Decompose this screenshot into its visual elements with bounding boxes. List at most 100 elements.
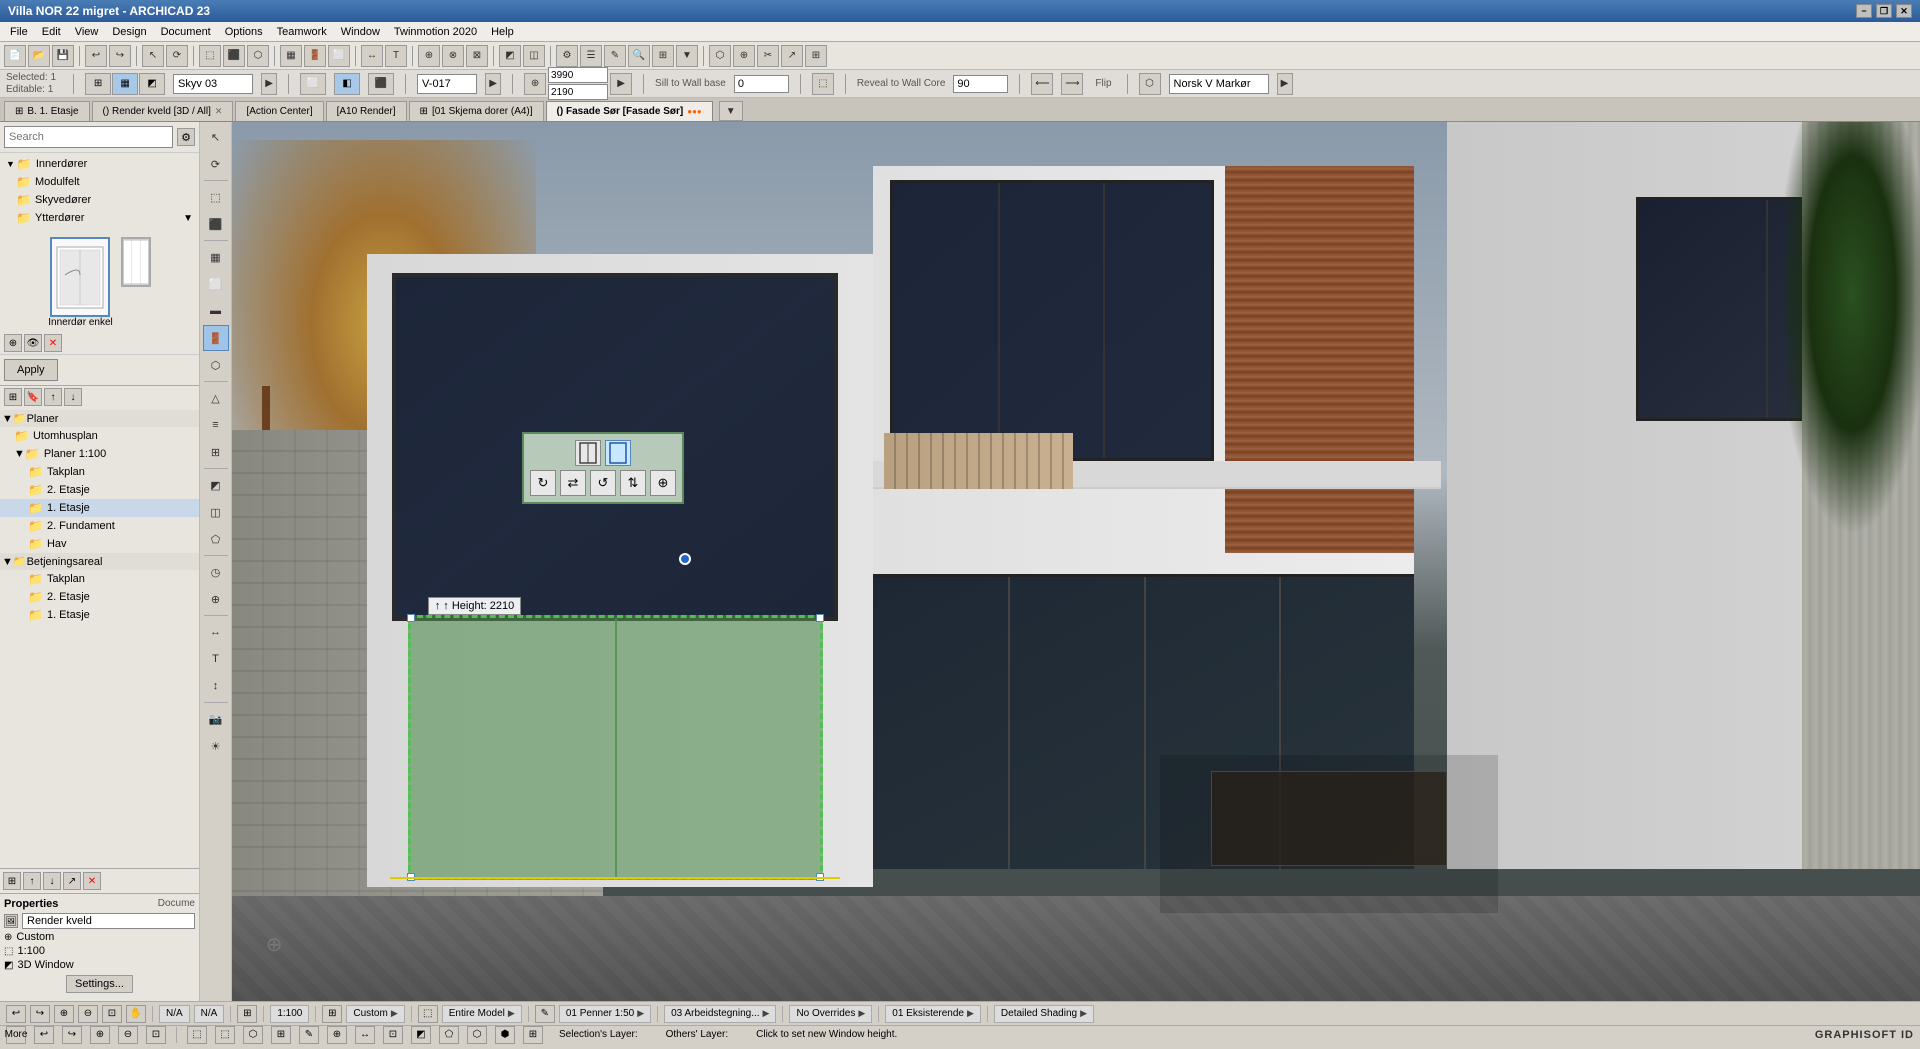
expand-ytterdorer[interactable]: ▼ (183, 213, 193, 224)
status-arbeid[interactable]: 03 Arbeidstegning... ▶ (664, 1005, 776, 1023)
tb-redo[interactable]: ↪ (109, 45, 131, 67)
tb-open[interactable]: 📂 (28, 45, 50, 67)
tb-door[interactable]: 🚪 (304, 45, 326, 67)
bs-btn8[interactable]: ⊡ (383, 1026, 403, 1044)
status-custom[interactable]: Custom ▶ (346, 1005, 404, 1023)
minimize-button[interactable]: − (1856, 4, 1872, 18)
status-redo[interactable]: ↪ (30, 1005, 50, 1023)
layer-item-hav[interactable]: 📁 Hav (0, 535, 199, 553)
tool-camera[interactable]: 📷 (203, 706, 229, 732)
flip-left[interactable]: ⟵ (1031, 73, 1053, 95)
popup-mirror[interactable]: ⊕ (650, 470, 676, 496)
popup-rotate-cw[interactable]: ↻ (530, 470, 556, 496)
reveal-value-field[interactable] (953, 75, 1008, 93)
search-settings-button[interactable]: ⚙ (177, 128, 195, 146)
status-fit[interactable]: ⊡ (102, 1005, 122, 1023)
door-top-handle[interactable] (679, 553, 691, 565)
tb-ext2[interactable]: ⊕ (733, 45, 755, 67)
custom-arrow[interactable]: ▶ (391, 1008, 398, 1019)
status-misc1[interactable]: ⊞ (237, 1005, 257, 1023)
door-thumb-single[interactable] (50, 237, 110, 317)
layer-nav4[interactable]: ↓ (64, 388, 82, 406)
arbeid-arrow[interactable]: ▶ (763, 1008, 770, 1019)
viewport[interactable]: ↑ ↑ Height: 2210 (232, 122, 1920, 1001)
tool-roof[interactable]: △ (203, 385, 229, 411)
layer-item-2etasje[interactable]: 📁 2. Etasje (0, 481, 199, 499)
overrides-arrow[interactable]: ▶ (858, 1008, 865, 1019)
tree-item-ytterdorer[interactable]: 📁 Ytterdører ▼ (2, 209, 197, 227)
restore-button[interactable]: ❐ (1876, 4, 1892, 18)
flip-right[interactable]: ⟶ (1061, 73, 1083, 95)
tool-slab[interactable]: ▬ (203, 298, 229, 324)
bs-btn12[interactable]: ⬢ (495, 1026, 515, 1044)
tb-misc4[interactable]: 🔍 (628, 45, 650, 67)
dt-btn1[interactable]: ⊕ (4, 334, 22, 352)
coord-x-field[interactable] (548, 67, 608, 83)
tb-misc1[interactable]: ⚙ (556, 45, 578, 67)
tool-dim-linear[interactable]: ↔ (203, 619, 229, 645)
bs-nav1[interactable]: ↩ (34, 1026, 54, 1044)
tab-overflow[interactable]: ▼ (719, 101, 743, 121)
more-button[interactable]: More (6, 1026, 26, 1044)
bs-btn13[interactable]: ⊞ (523, 1026, 543, 1044)
tool-rotate[interactable]: ⟳ (203, 151, 229, 177)
menu-twinmotion[interactable]: Twinmotion 2020 (388, 24, 483, 40)
popup-btn-double[interactable] (605, 440, 631, 466)
tb-ext5[interactable]: ⊞ (805, 45, 827, 67)
search-input[interactable] (4, 126, 173, 148)
layer-item-utomhus[interactable]: 📁 Utomhusplan (0, 427, 199, 445)
bs-btn10[interactable]: ⬠ (439, 1026, 459, 1044)
shading-arrow[interactable]: ▶ (1080, 1008, 1087, 1019)
vc-elev[interactable]: ⬛ (368, 73, 394, 95)
tool-level[interactable]: ↕ (203, 673, 229, 699)
tool-column[interactable]: ⬜ (203, 271, 229, 297)
bs-btn5[interactable]: ✎ (299, 1026, 319, 1044)
layer-group-planer[interactable]: ▼ 📁 Planer (0, 410, 199, 427)
layer-btn3[interactable]: ↓ (43, 872, 61, 890)
status-undo[interactable]: ↩ (6, 1005, 26, 1023)
bs-zoom1[interactable]: ⊕ (90, 1026, 110, 1044)
tb-ext3[interactable]: ✂ (757, 45, 779, 67)
layer-item-1etasjeb[interactable]: 📁 1. Etasje (0, 606, 199, 624)
tb-ext4[interactable]: ↗ (781, 45, 803, 67)
entire-model-arrow[interactable]: ▶ (508, 1008, 515, 1019)
tb-misc5[interactable]: ⊞ (652, 45, 674, 67)
tb-text[interactable]: T (385, 45, 407, 67)
camera-arrow[interactable]: ▶ (485, 73, 501, 95)
tool-arrow[interactable]: ↖ (203, 124, 229, 150)
status-shading[interactable]: Detailed Shading ▶ (994, 1005, 1094, 1023)
tb-snap1[interactable]: ⊕ (418, 45, 440, 67)
tb-snap3[interactable]: ⊠ (466, 45, 488, 67)
bs-pan[interactable]: ⊡ (146, 1026, 166, 1044)
menu-document[interactable]: Document (155, 24, 217, 40)
status-pan[interactable]: ✋ (126, 1005, 146, 1023)
bs-nav2[interactable]: ↪ (62, 1026, 82, 1044)
door-thumb-small[interactable] (121, 237, 151, 287)
layer-item-planer100[interactable]: ▼ 📁 Planer 1:100 (0, 445, 199, 463)
tool-zone[interactable]: ⊕ (203, 586, 229, 612)
layer-nav2[interactable]: 🔖 (24, 388, 42, 406)
tree-item-innerdorer[interactable]: ▼ 📁 Innerdører (2, 155, 197, 173)
menu-help[interactable]: Help (485, 24, 520, 40)
tool-mesh[interactable]: ⬠ (203, 526, 229, 552)
status-model-icon[interactable]: ⬚ (418, 1005, 438, 1023)
layer-btn5[interactable]: ✕ (83, 872, 101, 890)
tb-snap2[interactable]: ⊗ (442, 45, 464, 67)
tool-morph[interactable]: ◫ (203, 499, 229, 525)
layer-nav3[interactable]: ↑ (44, 388, 62, 406)
tool-label[interactable]: ◷ (203, 559, 229, 585)
status-scale[interactable]: 1:100 (270, 1005, 309, 1023)
layer-item-fundament[interactable]: 📁 2. Fundament (0, 517, 199, 535)
layer-btn4[interactable]: ↗ (63, 872, 81, 890)
tool-railing[interactable]: ⊞ (203, 439, 229, 465)
selected-door[interactable] (408, 615, 823, 881)
popup-rotate-ccw[interactable]: ↺ (590, 470, 616, 496)
bs-btn7[interactable]: ↔ (355, 1026, 375, 1044)
tb-misc6[interactable]: ▼ (676, 45, 698, 67)
menu-window[interactable]: Window (335, 24, 386, 40)
view-arrow[interactable]: ▶ (261, 73, 277, 95)
view-label-field[interactable]: Norsk V Markør (1169, 74, 1269, 94)
prop-value-1[interactable]: Render kveld (22, 913, 195, 929)
bs-zoom2[interactable]: ⊖ (118, 1026, 138, 1044)
bs-btn9[interactable]: ◩ (411, 1026, 431, 1044)
